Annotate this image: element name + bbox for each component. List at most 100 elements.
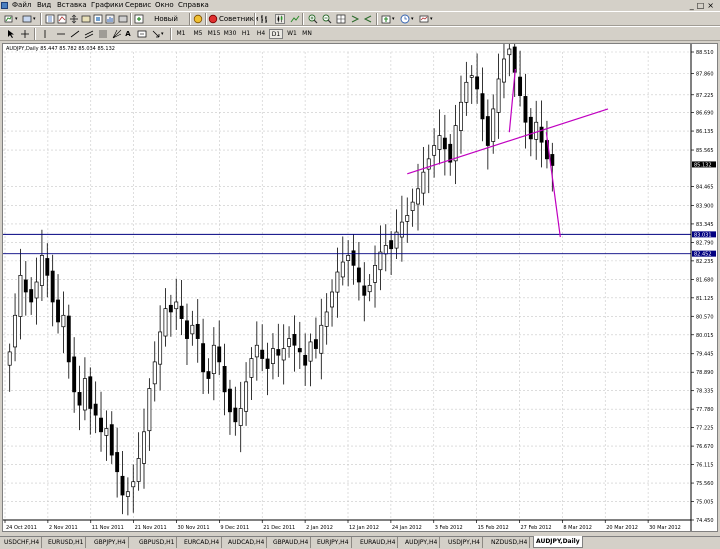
tab-audjpy-daily[interactable]: AUDJPY,Daily xyxy=(533,536,583,548)
tile-windows-icon[interactable] xyxy=(336,14,346,24)
tab-usdjpy-h4[interactable]: USDJPY,H4 xyxy=(446,537,483,548)
tab-gbpjpy-h4[interactable]: GBPJPY,H4 xyxy=(92,537,129,548)
channel-icon[interactable] xyxy=(84,29,94,39)
chart-shift-icon[interactable] xyxy=(350,14,360,24)
bull-candle xyxy=(416,188,420,205)
trendline-icon[interactable] xyxy=(70,29,80,39)
menu-insert[interactable]: Вставка xyxy=(57,0,87,11)
line-chart-icon[interactable] xyxy=(290,14,300,24)
menu-view[interactable]: Вид xyxy=(37,0,51,11)
crosshair-icon[interactable] xyxy=(20,29,30,39)
options-icon[interactable] xyxy=(118,14,128,24)
dropdown-arrow-icon[interactable]: ▾ xyxy=(411,13,414,25)
bear-candle xyxy=(99,417,103,433)
bear-candle xyxy=(23,279,28,293)
tab-gbpaud-h4[interactable]: GBPAUD,H4 xyxy=(271,537,312,548)
advisors-button[interactable]: Советники xyxy=(219,13,259,25)
dropdown-arrow-icon[interactable]: ▾ xyxy=(15,13,18,25)
timeframe-w1[interactable]: W1 xyxy=(285,29,299,39)
navigator-icon[interactable] xyxy=(69,14,79,24)
strategy-tester-icon[interactable] xyxy=(93,14,103,24)
periods-icon[interactable] xyxy=(400,14,410,24)
tab-audcad-h4[interactable]: AUDCAD,H4 xyxy=(226,537,268,548)
menu-file[interactable]: Файл xyxy=(12,0,31,11)
expert-advisors-icon[interactable] xyxy=(193,14,203,24)
bear-candle xyxy=(485,116,490,146)
profiles-icon[interactable] xyxy=(22,14,32,24)
candlestick-chart-icon[interactable] xyxy=(275,14,285,24)
timeframe-m15[interactable]: M15 xyxy=(207,29,221,39)
new-order-button[interactable]: Новый Ордер xyxy=(146,13,186,35)
timeframe-m1[interactable]: M1 xyxy=(174,29,188,39)
timeframe-h4[interactable]: H4 xyxy=(254,29,268,39)
dropdown-arrow-icon[interactable]: ▾ xyxy=(161,28,164,40)
bull-candle xyxy=(39,255,44,286)
menu-charts[interactable]: Графики xyxy=(91,0,123,11)
menu-help[interactable]: Справка xyxy=(178,0,209,11)
bear-candle xyxy=(45,258,50,276)
history-center-icon[interactable] xyxy=(105,14,115,24)
tab-eurusd-h1[interactable]: EURUSD,H1 xyxy=(46,537,87,548)
menu-tools[interactable]: Сервис xyxy=(125,0,151,11)
time-tick-label: 8 Mar 2012 xyxy=(563,525,592,531)
timeframe-mn[interactable]: MN xyxy=(300,29,314,39)
neckline-trendline xyxy=(407,108,609,175)
text-label-icon[interactable] xyxy=(137,29,147,39)
gann-icon[interactable] xyxy=(112,29,122,39)
bear-candle xyxy=(389,240,394,250)
price-tick-label: 82.790 xyxy=(696,240,714,246)
chart-tabs: USDCHF,H4 EURUSD,H1 GBPJPY,H4 GBPUSD,H1 … xyxy=(0,536,720,549)
data-window-icon[interactable] xyxy=(57,14,67,24)
bull-candle xyxy=(270,348,275,364)
bar-chart-icon[interactable] xyxy=(259,14,269,24)
timeframe-h1[interactable]: H1 xyxy=(239,29,253,39)
tab-nzdusd-h4[interactable]: NZDUSD,H4 xyxy=(489,537,531,548)
bull-candle xyxy=(405,215,410,222)
window-controls[interactable]: _□× xyxy=(690,0,717,11)
timeframe-m30[interactable]: M30 xyxy=(223,29,237,39)
tab-eurcad-h4[interactable]: EURCAD,H4 xyxy=(182,537,223,548)
zoom-out-icon[interactable] xyxy=(322,14,332,24)
new-chart-icon[interactable] xyxy=(4,14,14,24)
tab-audjpy-h4[interactable]: AUDJPY,H4 xyxy=(403,537,441,548)
bull-candle xyxy=(459,101,463,131)
menu-window[interactable]: Окно xyxy=(155,0,174,11)
bear-candle xyxy=(168,304,173,313)
bull-candle xyxy=(174,301,179,310)
bear-candle xyxy=(523,96,528,123)
bull-candle xyxy=(432,145,437,156)
price-chart[interactable]: 83.031 82.452 85.132 88.510 87.860 87.225 86.… xyxy=(3,44,717,531)
new-order-icon[interactable] xyxy=(134,14,144,24)
tab-eurjpy-h4[interactable]: EURJPY,H4 xyxy=(315,537,352,548)
bear-candle xyxy=(29,289,34,303)
bull-candle xyxy=(152,361,157,385)
bull-candle xyxy=(142,431,146,464)
indicators-icon[interactable] xyxy=(381,14,391,24)
price-tick-label: 75.005 xyxy=(696,500,714,506)
dropdown-arrow-icon[interactable]: ▾ xyxy=(33,13,36,25)
vertical-line-icon[interactable] xyxy=(40,29,50,39)
terminal-icon[interactable] xyxy=(81,14,91,24)
arrows-icon[interactable] xyxy=(151,29,161,39)
cursor-icon[interactable] xyxy=(6,29,16,39)
autoscroll-icon[interactable] xyxy=(363,14,373,24)
tab-gbpusd-h1[interactable]: GBPUSD,H1 xyxy=(137,537,178,548)
horizontal-line-icon[interactable] xyxy=(56,29,66,39)
dropdown-arrow-icon[interactable]: ▾ xyxy=(392,13,395,25)
timeframe-d1[interactable]: D1 xyxy=(269,29,283,39)
bull-candle xyxy=(507,48,512,56)
fibonacci-icon[interactable] xyxy=(98,29,108,39)
market-watch-icon[interactable] xyxy=(45,14,55,24)
timeframe-m5[interactable]: M5 xyxy=(191,29,205,39)
templates-icon[interactable] xyxy=(419,14,429,24)
bull-candle xyxy=(18,274,23,317)
autotrading-icon[interactable] xyxy=(208,14,218,24)
bear-candle xyxy=(50,270,55,303)
tab-euraud-h4[interactable]: EURAUD,H4 xyxy=(358,537,399,548)
chart-canvas[interactable]: 83.031 82.452 85.132 88.510 87.860 87.225 86.… xyxy=(2,43,718,532)
text-tool-icon[interactable]: A xyxy=(123,28,133,40)
tab-usdchf-h4[interactable]: USDCHF,H4 xyxy=(2,537,43,548)
bear-candle xyxy=(313,339,318,349)
zoom-in-icon[interactable] xyxy=(308,14,318,24)
dropdown-arrow-icon[interactable]: ▾ xyxy=(430,13,433,25)
